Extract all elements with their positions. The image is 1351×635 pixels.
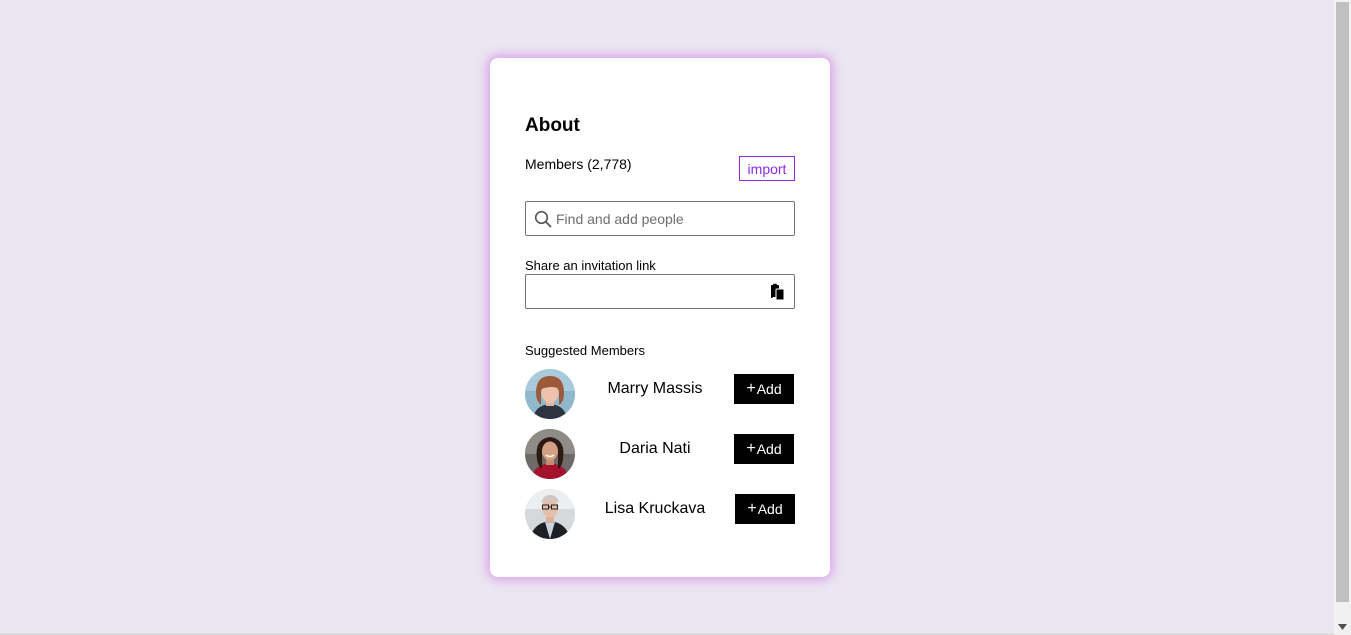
avatar bbox=[525, 369, 575, 419]
add-label: Add bbox=[756, 381, 782, 397]
add-label: Add bbox=[757, 501, 783, 517]
invitation-link-field[interactable] bbox=[525, 274, 795, 309]
share-link-label: Share an invitation link bbox=[525, 258, 656, 273]
scroll-down-arrow-icon[interactable] bbox=[1334, 618, 1351, 635]
about-card: About Members (2,778) import Share an in… bbox=[490, 58, 830, 577]
plus-icon: + bbox=[746, 440, 756, 457]
add-label: Add bbox=[756, 441, 782, 457]
page: About Members (2,778) import Share an in… bbox=[0, 0, 1334, 635]
add-member-button[interactable]: + Add bbox=[734, 434, 794, 464]
avatar bbox=[525, 429, 575, 479]
members-count: Members (2,778) bbox=[525, 156, 632, 172]
add-member-button[interactable]: + Add bbox=[735, 494, 795, 524]
suggested-member-row: Lisa Kruckava + Add bbox=[525, 489, 795, 539]
copy-icon[interactable] bbox=[768, 283, 786, 301]
suggested-member-row: Daria Nati + Add bbox=[525, 429, 795, 479]
suggested-members-label: Suggested Members bbox=[525, 343, 645, 358]
import-button[interactable]: import bbox=[739, 156, 795, 181]
search-icon bbox=[534, 210, 552, 228]
plus-icon: + bbox=[746, 380, 756, 397]
member-name: Lisa Kruckava bbox=[604, 500, 706, 517]
plus-icon: + bbox=[747, 500, 757, 517]
search-field[interactable] bbox=[525, 201, 795, 236]
suggested-member-row: Marry Massis + Add bbox=[525, 369, 795, 419]
avatar bbox=[525, 489, 575, 539]
add-member-button[interactable]: + Add bbox=[734, 374, 794, 404]
search-input[interactable] bbox=[556, 202, 791, 235]
page-title: About bbox=[525, 115, 580, 136]
vertical-scrollbar[interactable] bbox=[1334, 0, 1351, 635]
scrollbar-thumb[interactable] bbox=[1336, 2, 1349, 602]
invitation-link-input[interactable] bbox=[532, 275, 752, 308]
member-name: Daria Nati bbox=[619, 440, 691, 457]
member-name: Marry Massis bbox=[607, 380, 703, 397]
